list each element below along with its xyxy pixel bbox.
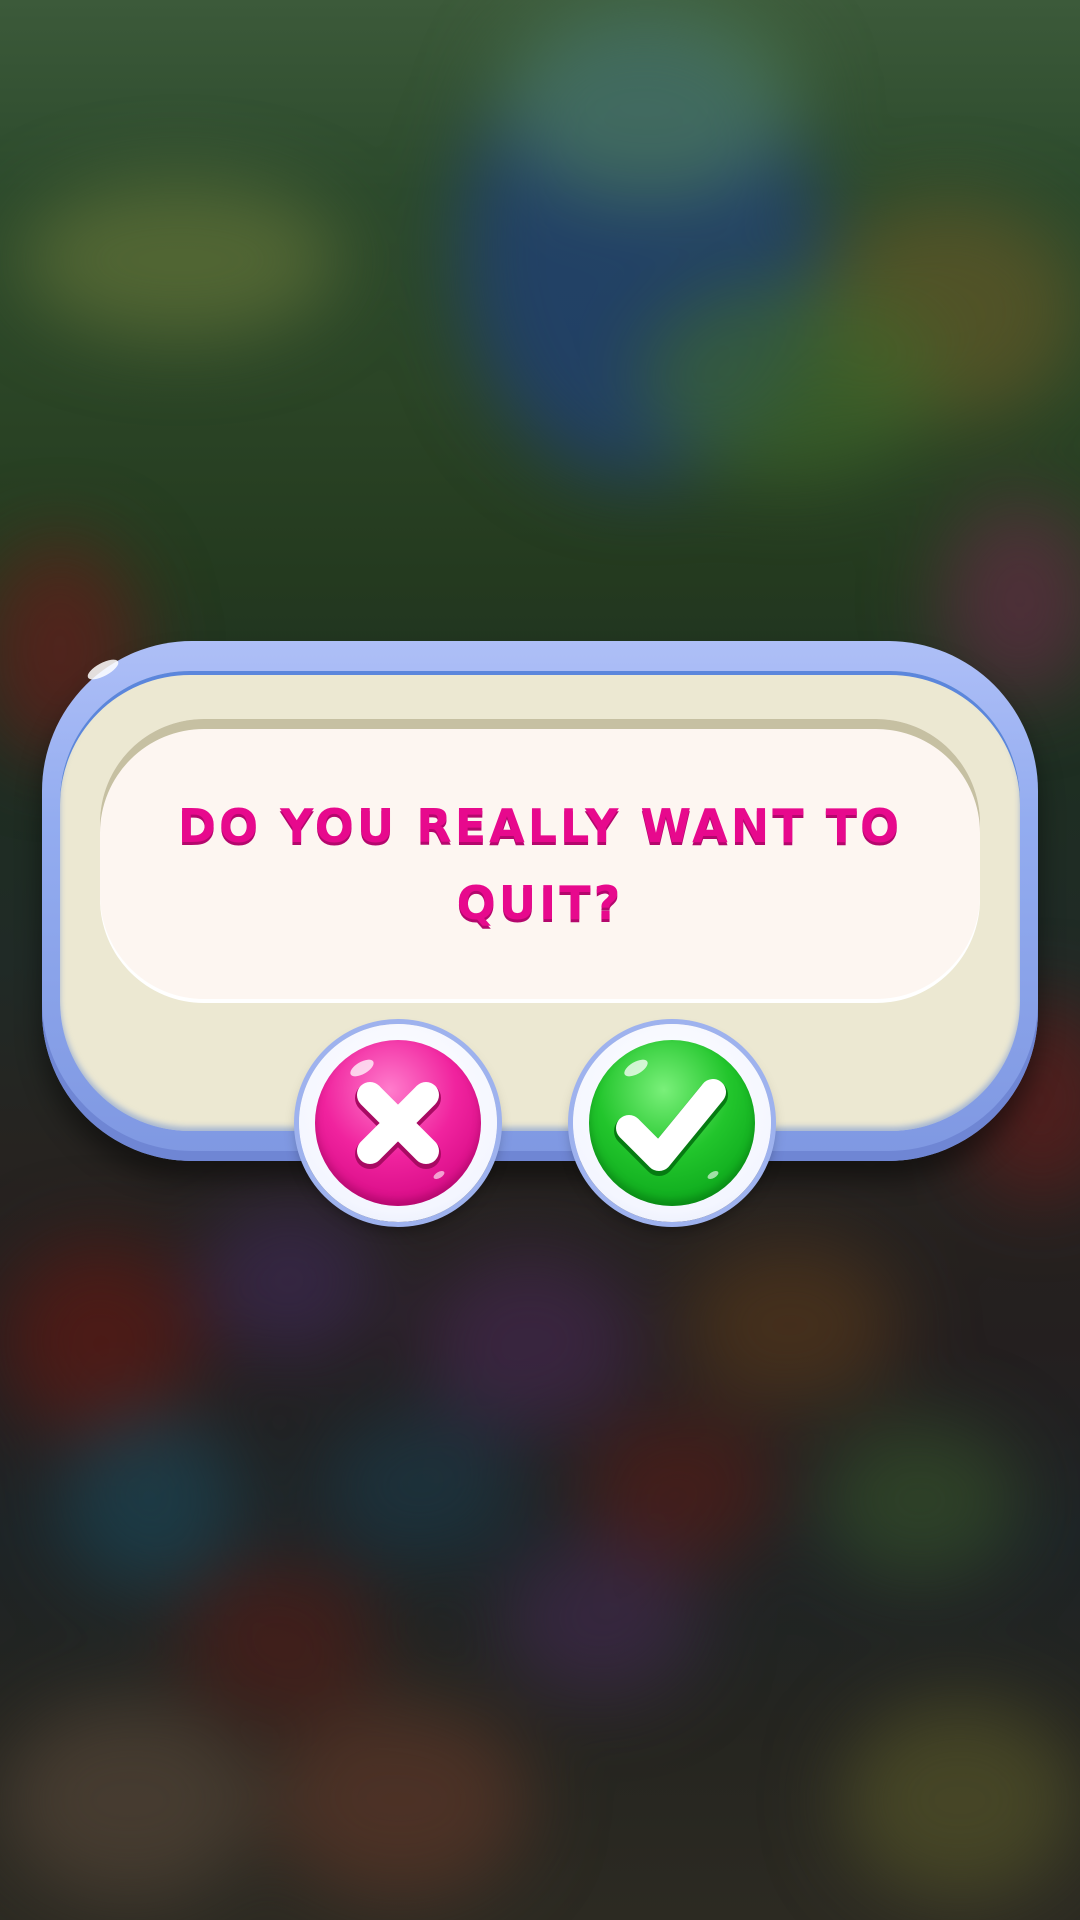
cancel-button-face[interactable] (315, 1040, 481, 1206)
background-blob (60, 1410, 240, 1590)
close-icon (355, 1082, 441, 1169)
checkmark-icon (614, 1079, 728, 1176)
background-blob (0, 1240, 200, 1440)
background-blob (420, 1250, 640, 1430)
background-blob (320, 1410, 520, 1560)
confirm-button-face[interactable] (589, 1040, 755, 1206)
background-blob (640, 280, 940, 480)
quit-dialog: DO YOU REALLY WANT TO QUIT? (42, 641, 1038, 1161)
quit-confirmation-message: DO YOU REALLY WANT TO QUIT? (177, 799, 903, 930)
message-box: DO YOU REALLY WANT TO QUIT? (100, 719, 980, 999)
background-blob (20, 180, 340, 340)
background-blob (820, 1420, 1020, 1580)
dialog-panel: DO YOU REALLY WANT TO QUIT? (60, 671, 1020, 1131)
confirm-button[interactable] (573, 1024, 771, 1222)
background-blob (0, 1700, 260, 1900)
background-blob (500, 0, 800, 200)
background-blob (200, 1200, 380, 1360)
background-blob (500, 1540, 700, 1700)
background-blob (840, 1700, 1080, 1900)
background-blob (680, 1240, 900, 1410)
cancel-button[interactable] (299, 1024, 497, 1222)
background-blob (270, 1700, 530, 1900)
background-blob (180, 1560, 380, 1720)
